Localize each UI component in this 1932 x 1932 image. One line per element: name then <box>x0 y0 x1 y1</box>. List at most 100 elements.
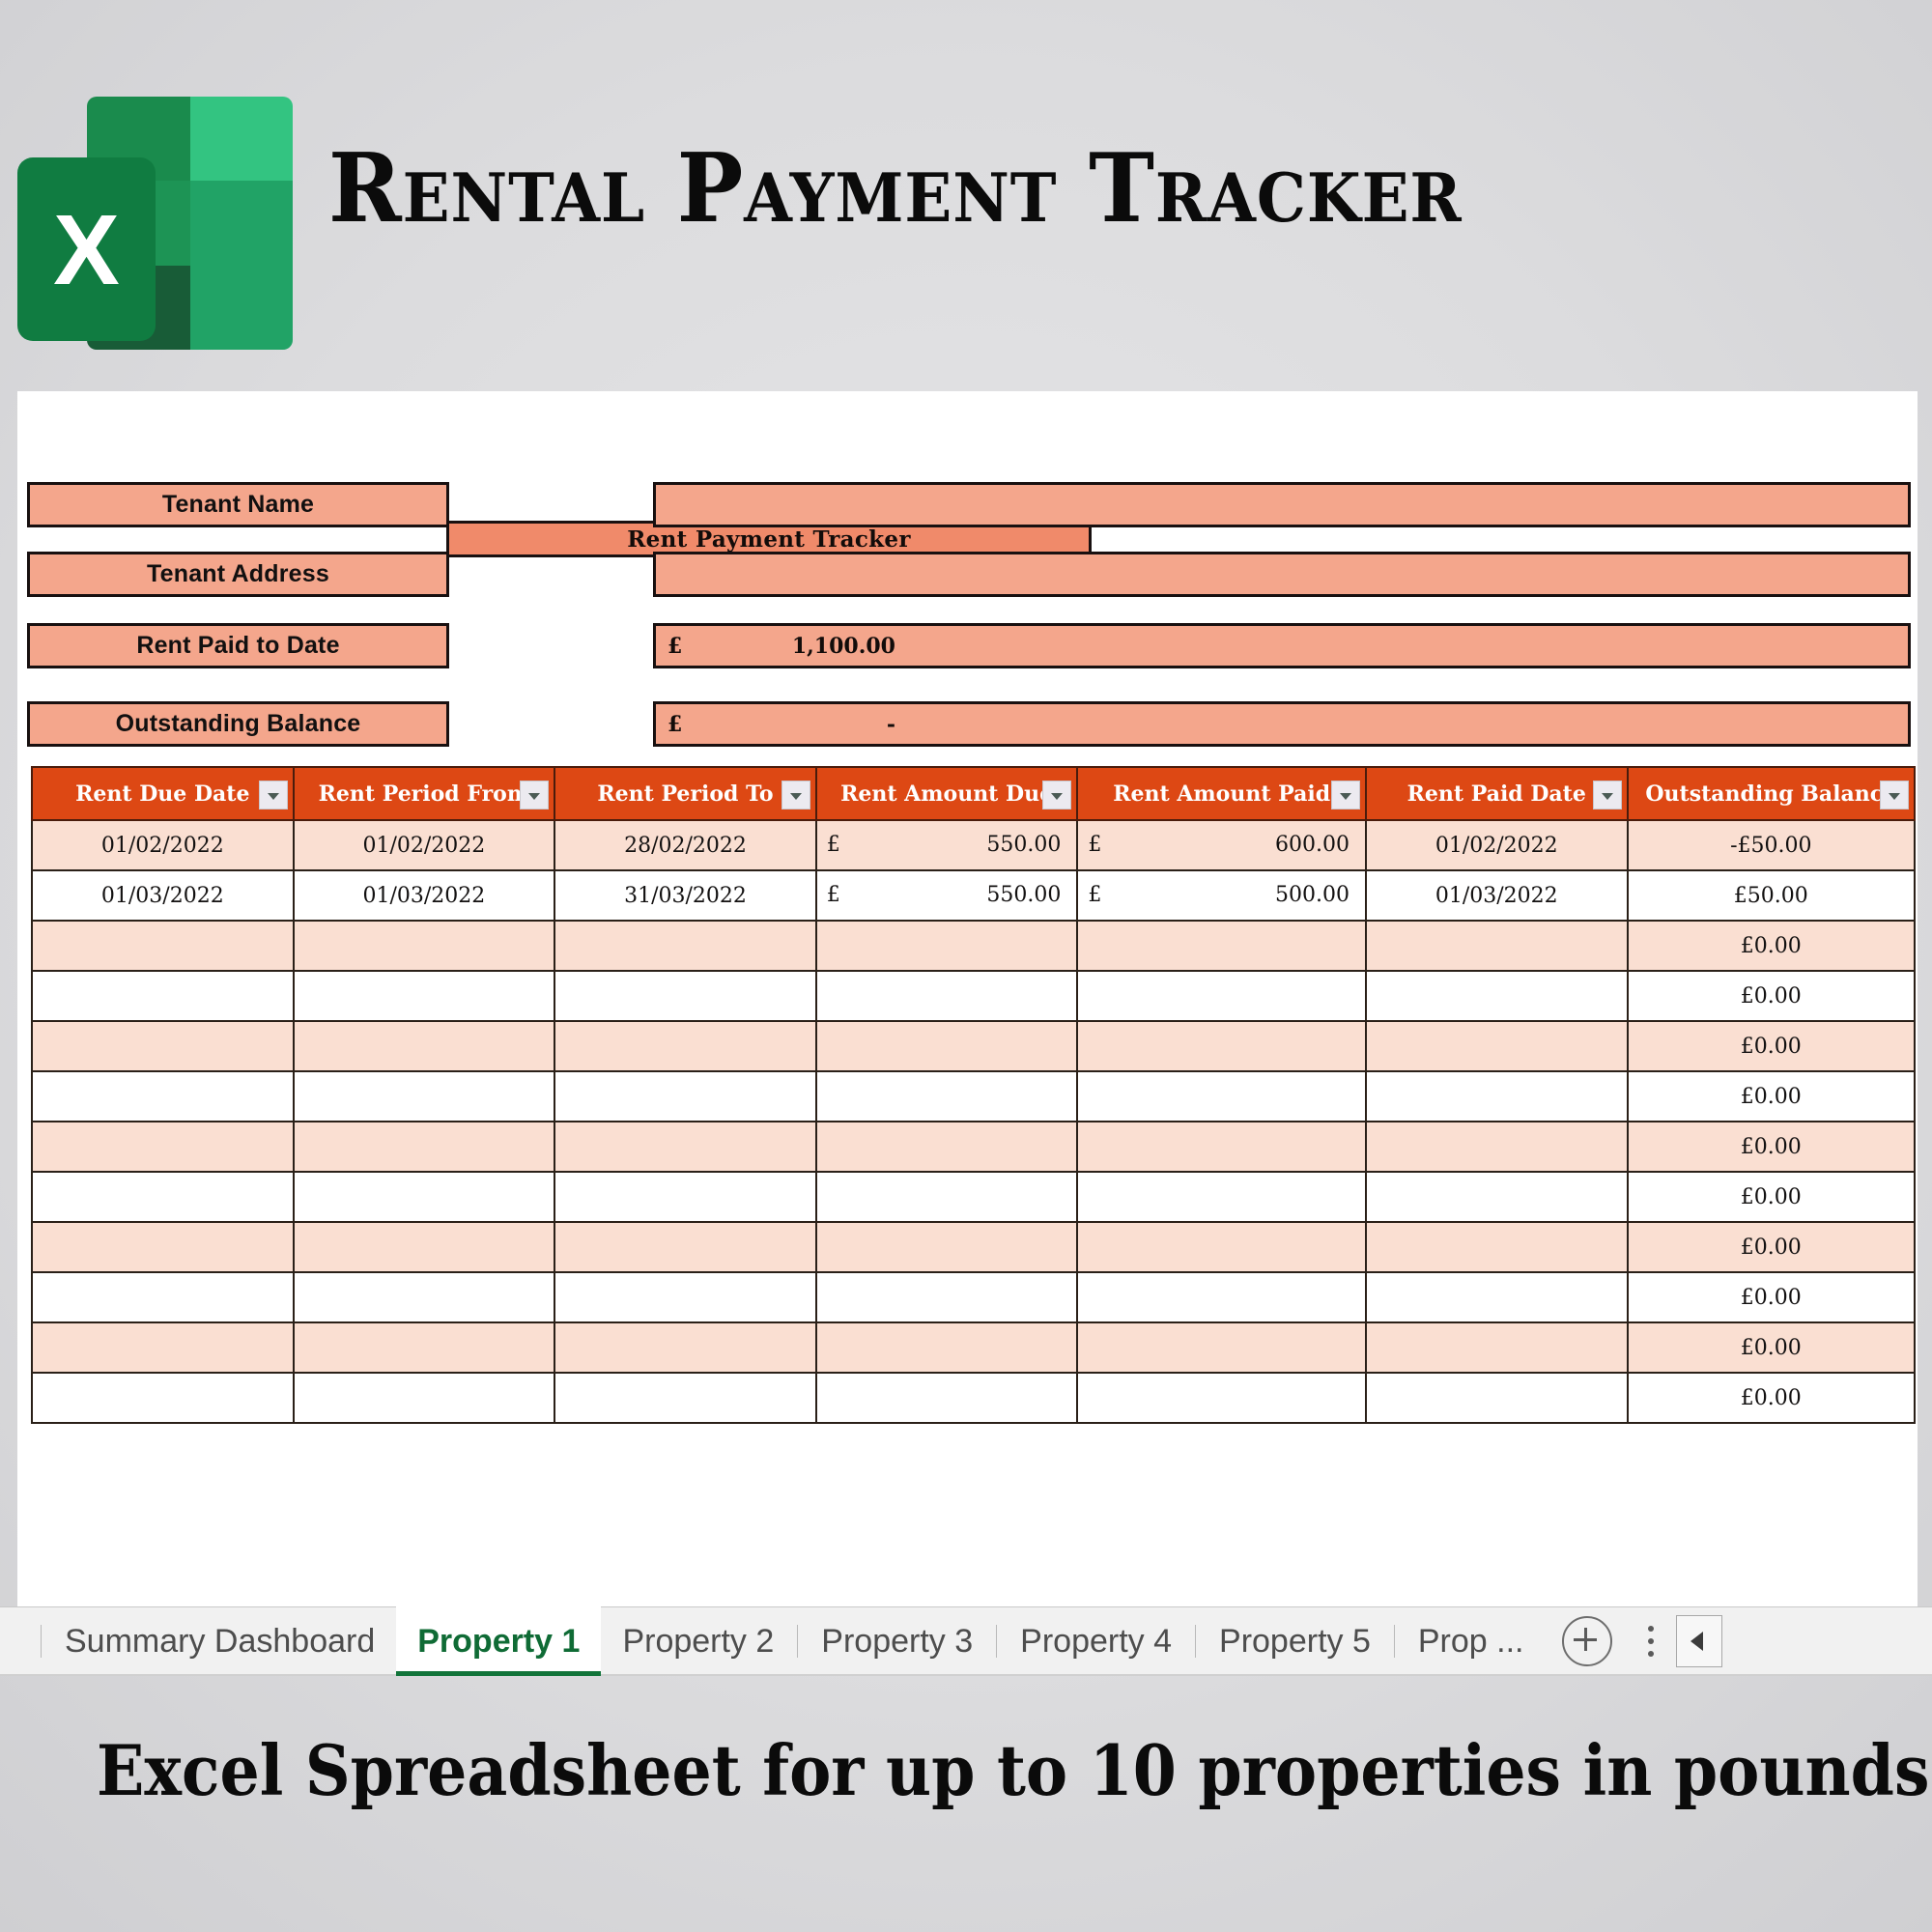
cell-rent-amount-due[interactable] <box>814 1221 1079 1273</box>
cell-rent-paid-date[interactable] <box>1364 970 1629 1022</box>
sheet-tab-property-4[interactable]: Property 4 <box>999 1606 1193 1676</box>
sheet-tab-property-1[interactable]: Property 1 <box>396 1605 602 1676</box>
table-row[interactable]: £0.00 <box>31 1121 1917 1173</box>
cell-outstanding-balance[interactable]: £0.00 <box>1626 1070 1917 1122</box>
cell-rent-period-from[interactable] <box>292 1372 556 1424</box>
column-header-rent-period-from[interactable]: Rent Period From <box>292 766 556 821</box>
filter-dropdown-icon-1[interactable] <box>520 781 550 810</box>
table-row[interactable]: £0.00 <box>31 1171 1917 1223</box>
cell-outstanding-balance[interactable]: £0.00 <box>1626 1121 1917 1173</box>
sheet-tab-summary-dashboard[interactable]: Summary Dashboard <box>43 1606 396 1676</box>
table-row[interactable]: £0.00 <box>31 1321 1917 1374</box>
cell-rent-period-to[interactable] <box>554 1221 817 1273</box>
table-row[interactable]: 01/03/2022 01/03/2022 31/03/2022 £550.00 £50… <box>31 869 1917 922</box>
column-header-rent-amount-paid[interactable]: Rent Amount Paid <box>1076 766 1367 821</box>
cell-rent-due-date[interactable] <box>31 1121 295 1173</box>
cell-rent-amount-paid[interactable] <box>1076 1372 1367 1424</box>
sheet-tab-property-6-truncated[interactable]: Prop ... <box>1397 1606 1546 1676</box>
cell-rent-due-date[interactable] <box>31 970 295 1022</box>
cell-rent-period-from[interactable] <box>292 920 556 972</box>
cell-rent-amount-paid[interactable] <box>1076 1321 1367 1374</box>
table-row[interactable]: £0.00 <box>31 920 1917 972</box>
kebab-menu-icon[interactable] <box>1647 1625 1655 1657</box>
cell-rent-period-to[interactable] <box>554 1070 817 1122</box>
cell-rent-paid-date[interactable] <box>1364 1121 1629 1173</box>
cell-rent-amount-due[interactable] <box>814 1020 1079 1072</box>
cell-rent-amount-paid[interactable] <box>1076 1020 1367 1072</box>
cell-rent-period-to[interactable] <box>554 1121 817 1173</box>
cell-outstanding-balance[interactable]: £0.00 <box>1626 1321 1917 1374</box>
table-row[interactable]: £0.00 <box>31 1271 1917 1323</box>
cell-outstanding-balance[interactable]: £0.00 <box>1626 1372 1917 1424</box>
cell-rent-period-to[interactable] <box>554 1372 817 1424</box>
cell-rent-amount-paid[interactable] <box>1076 1271 1367 1323</box>
cell-rent-amount-due[interactable] <box>814 1372 1079 1424</box>
cell-rent-amount-due[interactable]: £550.00 <box>814 869 1079 922</box>
cell-outstanding-balance[interactable]: £0.00 <box>1626 1171 1917 1223</box>
cell-rent-due-date[interactable] <box>31 920 295 972</box>
cell-rent-paid-date[interactable] <box>1364 920 1629 972</box>
cell-rent-paid-date[interactable] <box>1364 1171 1629 1223</box>
cell-rent-period-to[interactable] <box>554 1271 817 1323</box>
table-row[interactable]: £0.00 <box>31 1221 1917 1273</box>
cell-rent-amount-paid[interactable] <box>1076 1070 1367 1122</box>
cell-rent-due-date[interactable] <box>31 1321 295 1374</box>
cell-rent-period-to[interactable]: 31/03/2022 <box>554 869 817 922</box>
cell-rent-paid-date[interactable] <box>1364 1372 1629 1424</box>
input-outstanding-balance[interactable]: £ - <box>653 701 1911 747</box>
sheet-tab-property-3[interactable]: Property 3 <box>800 1606 994 1676</box>
cell-outstanding-balance[interactable]: £0.00 <box>1626 970 1917 1022</box>
table-row[interactable]: £0.00 <box>31 1070 1917 1122</box>
cell-rent-amount-paid[interactable]: £600.00 <box>1076 819 1367 871</box>
cell-rent-due-date[interactable]: 01/02/2022 <box>31 819 295 871</box>
cell-rent-amount-due[interactable] <box>814 1070 1079 1122</box>
cell-rent-period-from[interactable] <box>292 1321 556 1374</box>
column-header-rent-amount-due[interactable]: Rent Amount Due <box>814 766 1079 821</box>
cell-rent-amount-paid[interactable] <box>1076 1121 1367 1173</box>
cell-rent-period-from[interactable]: 01/02/2022 <box>292 819 556 871</box>
cell-rent-due-date[interactable] <box>31 1070 295 1122</box>
sheet-tab-property-5[interactable]: Property 5 <box>1198 1606 1392 1676</box>
column-header-rent-period-to[interactable]: Rent Period To <box>554 766 817 821</box>
cell-outstanding-balance[interactable]: £0.00 <box>1626 920 1917 972</box>
cell-rent-period-from[interactable] <box>292 1020 556 1072</box>
cell-rent-amount-paid[interactable] <box>1076 920 1367 972</box>
column-header-outstanding-balance[interactable]: Outstanding Balance <box>1626 766 1917 821</box>
arrow-left-icon[interactable] <box>1676 1614 1723 1667</box>
cell-rent-paid-date[interactable] <box>1364 1271 1629 1323</box>
input-tenant-name[interactable] <box>653 482 1911 527</box>
table-row[interactable]: £0.00 <box>31 1020 1917 1072</box>
cell-rent-period-from[interactable] <box>292 1121 556 1173</box>
cell-rent-amount-paid[interactable] <box>1076 970 1367 1022</box>
table-row[interactable]: 01/02/2022 01/02/2022 28/02/2022 £550.00 £60… <box>31 819 1917 871</box>
column-header-rent-paid-date[interactable]: Rent Paid Date <box>1364 766 1629 821</box>
cell-rent-amount-paid[interactable] <box>1076 1171 1367 1223</box>
cell-rent-paid-date[interactable] <box>1364 1321 1629 1374</box>
cell-rent-period-to[interactable] <box>554 1171 817 1223</box>
cell-rent-amount-paid[interactable] <box>1076 1221 1367 1273</box>
cell-rent-period-from[interactable] <box>292 1070 556 1122</box>
cell-rent-amount-due[interactable] <box>814 920 1079 972</box>
column-header-rent-due-date[interactable]: Rent Due Date <box>31 766 295 821</box>
cell-rent-paid-date[interactable]: 01/03/2022 <box>1364 869 1629 922</box>
cell-rent-period-to[interactable] <box>554 920 817 972</box>
cell-rent-period-to[interactable]: 28/02/2022 <box>554 819 817 871</box>
cell-rent-paid-date[interactable] <box>1364 1020 1629 1072</box>
cell-rent-paid-date[interactable] <box>1364 1221 1629 1273</box>
filter-dropdown-icon-0[interactable] <box>258 781 288 810</box>
input-rent-paid-to-date[interactable]: £ 1,100.00 <box>653 623 1911 668</box>
filter-dropdown-icon-5[interactable] <box>1592 781 1622 810</box>
filter-dropdown-icon-2[interactable] <box>781 781 810 810</box>
cell-rent-due-date[interactable] <box>31 1271 295 1323</box>
input-tenant-address[interactable] <box>653 552 1911 597</box>
filter-dropdown-icon-3[interactable] <box>1042 781 1072 810</box>
cell-outstanding-balance[interactable]: £0.00 <box>1626 1221 1917 1273</box>
cell-rent-period-from[interactable] <box>292 1221 556 1273</box>
cell-rent-amount-due[interactable]: £550.00 <box>814 819 1079 871</box>
cell-rent-due-date[interactable] <box>31 1020 295 1072</box>
plus-circle-icon[interactable] <box>1562 1615 1613 1666</box>
cell-rent-amount-due[interactable] <box>814 1171 1079 1223</box>
cell-outstanding-balance[interactable]: -£50.00 <box>1626 819 1917 871</box>
cell-outstanding-balance[interactable]: £50.00 <box>1626 869 1917 922</box>
cell-rent-period-from[interactable] <box>292 1271 556 1323</box>
